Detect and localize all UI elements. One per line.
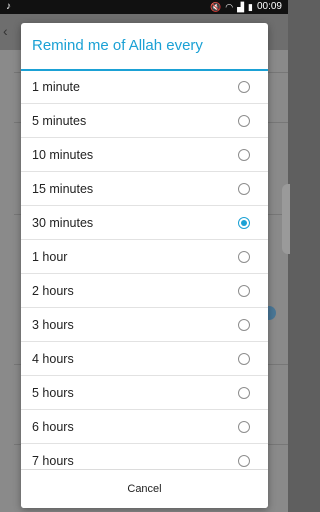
option-label: 5 minutes xyxy=(32,114,87,128)
option-row[interactable]: 4 hours xyxy=(21,342,268,376)
option-radio[interactable] xyxy=(238,183,250,195)
notification-icon: ♪ xyxy=(6,1,11,12)
option-radio[interactable] xyxy=(238,353,250,365)
option-radio[interactable] xyxy=(238,319,250,331)
wifi-icon: ◠ xyxy=(225,2,234,12)
signal-icon: ▟ xyxy=(237,2,245,12)
status-time: 00:09 xyxy=(256,1,282,12)
option-label: 3 hours xyxy=(32,318,74,332)
option-radio[interactable] xyxy=(238,251,250,263)
option-row[interactable]: 30 minutes xyxy=(21,206,268,240)
option-row[interactable]: 1 minute xyxy=(21,70,268,104)
option-radio[interactable] xyxy=(238,115,250,127)
option-label: 1 hour xyxy=(32,250,68,264)
option-label: 4 hours xyxy=(32,352,74,366)
option-row[interactable]: 2 hours xyxy=(21,274,268,308)
interval-dialog: Remind me of Allah every 1 minute 5 minut… xyxy=(21,23,268,508)
option-label: 6 hours xyxy=(32,420,74,434)
option-radio[interactable] xyxy=(238,455,250,467)
mute-icon: 🔇 xyxy=(210,2,222,12)
option-row[interactable]: 5 minutes xyxy=(21,104,268,138)
option-label: 1 minute xyxy=(32,80,80,94)
option-radio[interactable] xyxy=(238,81,250,93)
battery-icon: ▮ xyxy=(248,2,253,12)
option-row[interactable]: 5 hours xyxy=(21,376,268,410)
option-radio[interactable] xyxy=(238,149,250,161)
option-row[interactable]: 15 minutes xyxy=(21,172,268,206)
options-list: 1 minute 5 minutes 10 minutes 15 minutes 30 … xyxy=(21,70,268,478)
option-row[interactable]: 10 minutes xyxy=(21,138,268,172)
status-bar: ♪ 🔇 ◠ ▟ ▮ 00:09 xyxy=(0,0,288,14)
cancel-button[interactable]: Cancel xyxy=(21,470,268,508)
option-label: 5 hours xyxy=(32,386,74,400)
option-row[interactable]: 6 hours xyxy=(21,410,268,444)
option-radio[interactable] xyxy=(238,285,250,297)
dialog-title: Remind me of Allah every xyxy=(32,37,203,54)
option-radio[interactable] xyxy=(238,217,250,229)
option-label: 15 minutes xyxy=(32,182,94,196)
option-radio[interactable] xyxy=(238,421,250,433)
edge-handle xyxy=(282,184,290,254)
option-row[interactable]: 3 hours xyxy=(21,308,268,342)
dialog-footer: Cancel xyxy=(21,469,268,508)
option-label: 30 minutes xyxy=(32,216,94,230)
option-row[interactable]: 1 hour xyxy=(21,240,268,274)
back-arrow-icon: ‹ xyxy=(3,23,8,39)
status-icons: 🔇 ◠ ▟ ▮ 00:09 xyxy=(210,0,282,14)
option-label: 2 hours xyxy=(32,284,74,298)
option-radio[interactable] xyxy=(238,387,250,399)
option-label: 10 minutes xyxy=(32,148,94,162)
